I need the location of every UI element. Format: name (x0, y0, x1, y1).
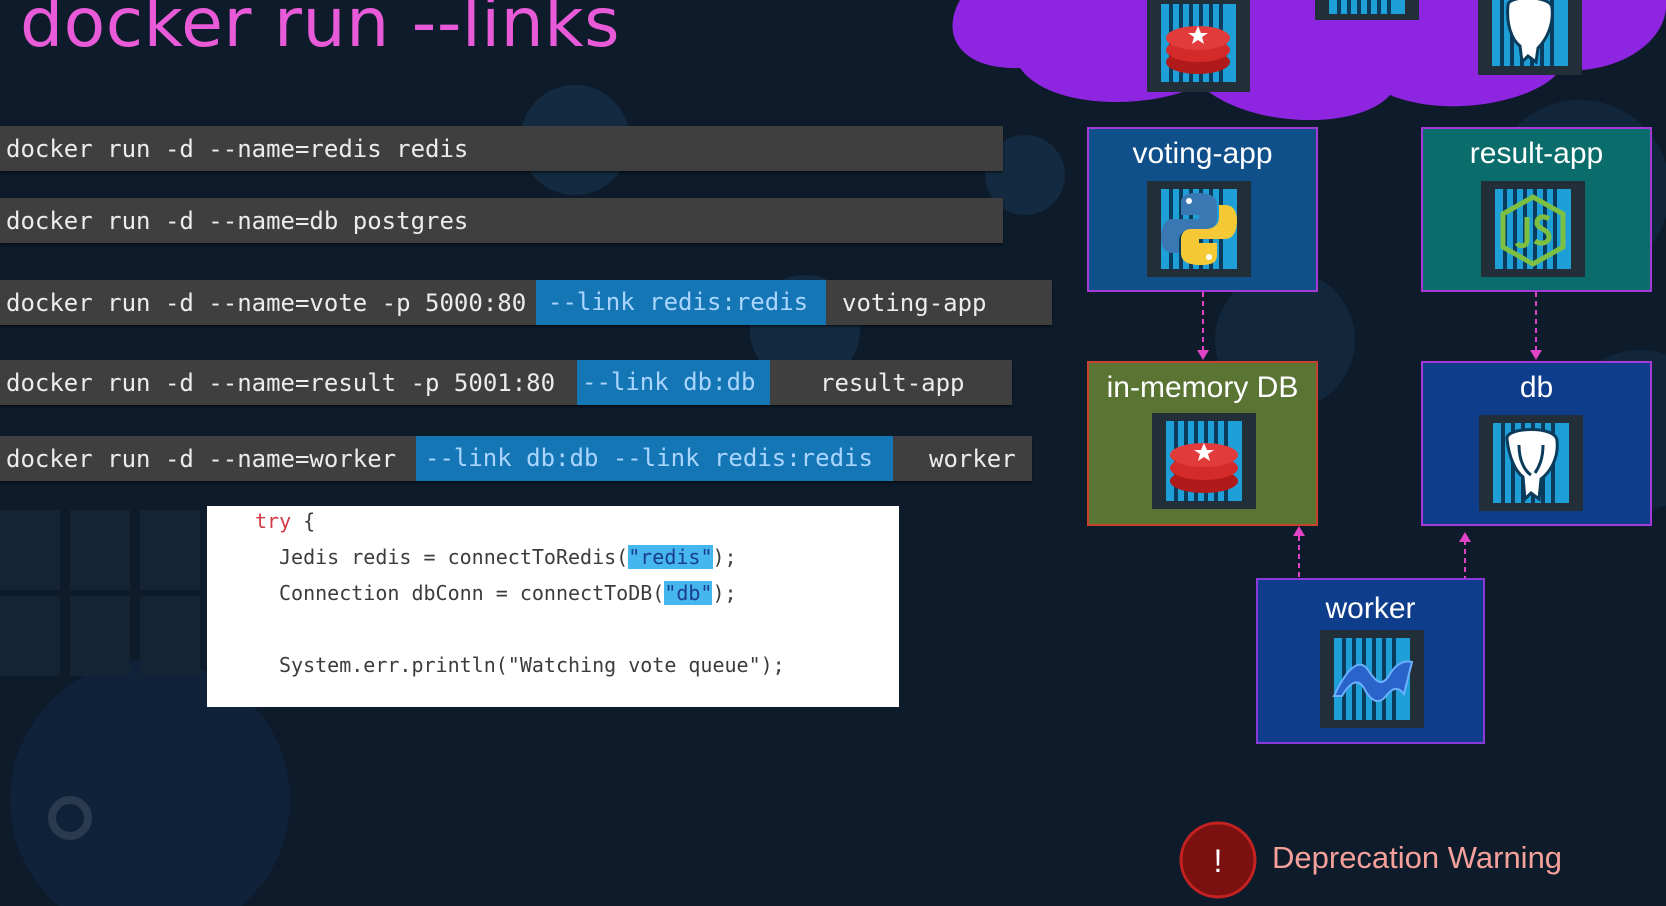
container-box (1479, 415, 1583, 511)
arrowhead (1530, 350, 1542, 360)
arrowhead (1459, 532, 1471, 542)
python-icon (1161, 189, 1237, 269)
dotnet-icon (1332, 638, 1414, 720)
container-box (1320, 630, 1424, 728)
container-box (1152, 413, 1256, 509)
postgres-icon (1493, 423, 1569, 503)
arrowhead (1293, 526, 1305, 536)
node-label: worker (1325, 592, 1416, 625)
nodejs-icon (1495, 189, 1571, 269)
deprecation-warning-text: Deprecation Warning (1272, 840, 1563, 875)
warning-icon: ! (1179, 821, 1257, 899)
node-label: voting-app (1132, 137, 1273, 170)
node-label: db (1519, 371, 1554, 404)
container-box (1147, 181, 1251, 277)
warning-symbol: ! (1214, 843, 1223, 879)
node-label: result-app (1469, 137, 1604, 170)
node-result-app: result-app (1421, 127, 1652, 292)
redis-icon (1166, 421, 1242, 501)
node-voting-app: voting-app (1087, 127, 1318, 292)
node-db: db (1421, 361, 1652, 526)
node-in-memory-db: in-memory DB (1087, 361, 1318, 526)
node-worker: worker (1256, 578, 1485, 744)
arrowhead (1197, 350, 1209, 360)
node-label: in-memory DB (1106, 371, 1299, 404)
container-box (1481, 181, 1585, 277)
connector-lines (1197, 292, 1542, 578)
